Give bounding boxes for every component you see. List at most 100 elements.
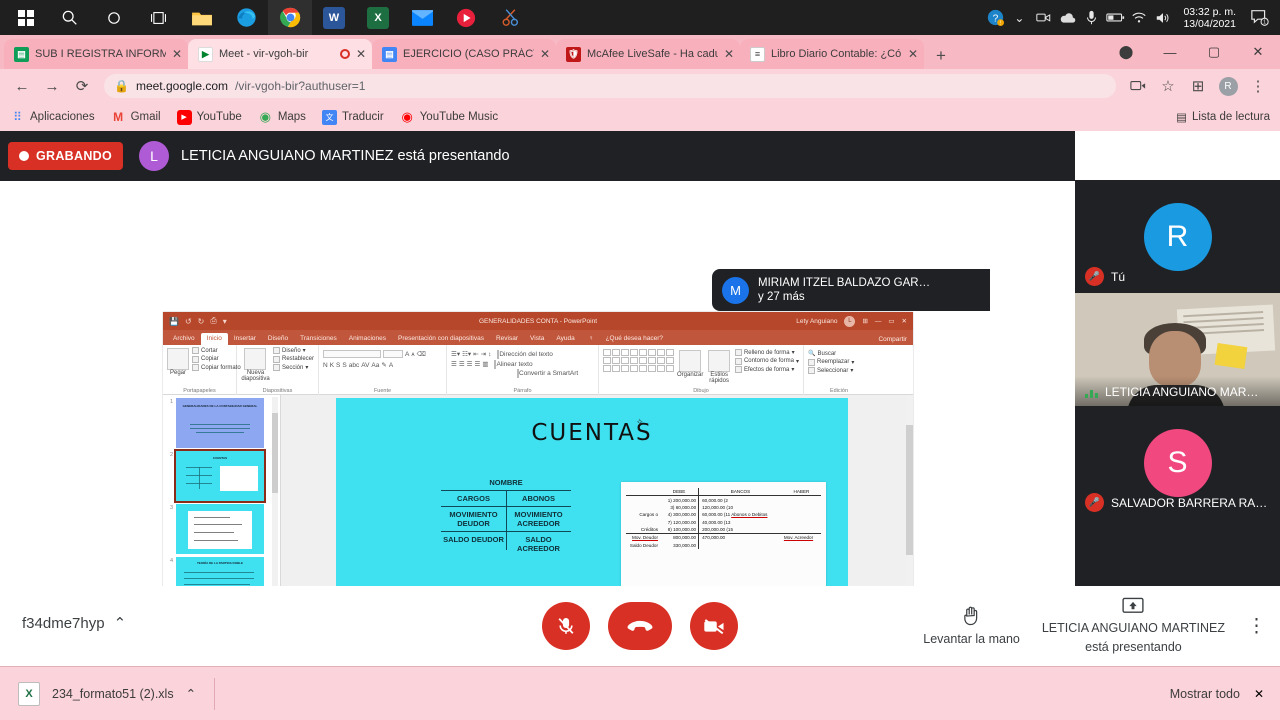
paste-button[interactable]: Pegar	[167, 347, 189, 376]
convert-smartart-button[interactable]: Convertir a SmartArt	[517, 369, 578, 378]
ppt-close-button[interactable]: ✕	[902, 317, 907, 325]
slide-title[interactable]: CUENTAS	[336, 420, 848, 446]
chevron-up-icon[interactable]: ⌄	[1007, 0, 1031, 35]
maximize-button[interactable]: ▢	[1192, 35, 1236, 69]
ribbon-tab-vista[interactable]: Vista	[524, 333, 550, 345]
quick-styles-button[interactable]: Estilos rápidos	[706, 349, 732, 384]
shadow-button[interactable]: S	[342, 362, 346, 369]
font-family-input[interactable]	[323, 350, 381, 358]
reading-list-button[interactable]: ▤ Lista de lectura	[1176, 110, 1270, 124]
tab-recording-icon[interactable]	[339, 49, 350, 59]
microphone-icon[interactable]	[1079, 0, 1103, 35]
slide-thumbnail-2[interactable]: 2 CUENTAS	[163, 448, 280, 503]
close-shelf-button[interactable]: ✕	[1254, 687, 1264, 701]
back-button[interactable]: ←	[8, 72, 36, 100]
more-options-button[interactable]: ⋮	[1247, 617, 1266, 636]
download-menu-chevron-icon[interactable]: ⌃	[186, 686, 196, 701]
select-button[interactable]: Seleccionar ▾	[808, 367, 870, 374]
character-spacing-button[interactable]: AV	[361, 362, 369, 369]
snipping-tool-button[interactable]	[488, 0, 532, 35]
tab-close-button[interactable]: ✕	[724, 47, 734, 61]
ribbon-tab-animaciones[interactable]: Animaciones	[343, 333, 392, 345]
align-center-icon[interactable]: ☰	[459, 360, 465, 368]
bookmark-star-icon[interactable]: ☆	[1154, 72, 1182, 100]
profile-avatar[interactable]: R	[1214, 72, 1242, 100]
italic-button[interactable]: K	[330, 362, 334, 369]
slide-thumbnail-1[interactable]: 1 GENERALIDADES DE LA CONTABILIDAD GENER…	[163, 395, 280, 448]
tab-close-button[interactable]: ✕	[540, 47, 550, 61]
numbering-icon[interactable]: ☷▾	[462, 350, 471, 358]
copy-button[interactable]: Copiar	[192, 355, 241, 363]
ribbon-tab-ayuda[interactable]: Ayuda	[550, 333, 580, 345]
minimize-button[interactable]: —	[1148, 35, 1192, 69]
ribbon-tab-presentacion[interactable]: Presentación con diapositivas	[392, 333, 490, 345]
strikethrough-button[interactable]: abc	[349, 362, 359, 369]
participant-tile-2[interactable]: S 🎤 SALVADOR BARRERA RA…	[1075, 406, 1280, 519]
align-right-icon[interactable]: ☰	[467, 360, 473, 368]
microsoft-excel-button[interactable]: X	[356, 0, 400, 35]
taskbar-clock[interactable]: 03:32 p. m. 13/04/2021	[1175, 0, 1244, 35]
tell-me-box[interactable]: ¿Qué desea hacer?	[600, 333, 669, 345]
undo-icon[interactable]: ↺	[185, 317, 192, 326]
ribbon-display-options-icon[interactable]: ⊞	[862, 317, 867, 325]
ribbon-tab-diseno[interactable]: Diseño	[262, 333, 294, 345]
increase-indent-icon[interactable]: ⇥	[481, 350, 486, 358]
bookmark-youtube-music[interactable]: ◉ YouTube Music	[400, 109, 499, 125]
volume-icon[interactable]	[1151, 0, 1175, 35]
arrange-button[interactable]: Organizar	[677, 349, 703, 378]
bookmark-aplicaciones[interactable]: ⠿ Aplicaciones	[10, 110, 94, 125]
address-bar[interactable]: 🔒 meet.google.com/vir-vgoh-bir?authuser=…	[104, 74, 1116, 98]
tab-close-button[interactable]: ✕	[356, 47, 366, 61]
bookmark-youtube[interactable]: ▶ YouTube	[176, 109, 242, 125]
increase-font-icon[interactable]: A	[405, 351, 409, 358]
camera-icon[interactable]	[1031, 0, 1055, 35]
file-explorer-button[interactable]	[180, 0, 224, 35]
tab-close-button[interactable]: ✕	[908, 47, 918, 61]
browser-tab-1[interactable]: ▶ Meet - vir-vgoh-bir ✕	[188, 39, 372, 69]
tab-close-button[interactable]: ✕	[172, 47, 182, 61]
download-item[interactable]: X 234_formato51 (2).xls ⌃	[0, 681, 196, 706]
start-presentation-icon[interactable]: ⎙	[210, 316, 216, 326]
format-painter-button[interactable]: Copiar formato	[192, 364, 241, 371]
section-button[interactable]: Sección ▾	[272, 364, 314, 371]
ribbon-tab-revisar[interactable]: Revisar	[490, 333, 524, 345]
chrome-menu-button[interactable]: ⋮	[1244, 72, 1272, 100]
browser-tab-2[interactable]: ▤ EJERCICIO (CASO PRÁCTICO) ✕	[372, 39, 556, 69]
line-spacing-icon[interactable]: ↕	[488, 351, 491, 358]
align-text-button[interactable]: Alinear texto	[494, 359, 533, 369]
scrollbar-thumb[interactable]	[272, 413, 278, 493]
font-size-input[interactable]	[383, 350, 403, 358]
ribbon-tab-archivo[interactable]: Archivo	[167, 333, 201, 345]
underline-button[interactable]: S	[336, 362, 340, 369]
task-view-button[interactable]	[136, 0, 180, 35]
share-button[interactable]: Compartir	[878, 336, 907, 343]
ribbon-tab-transiciones[interactable]: Transiciones	[294, 333, 343, 345]
shape-outline-button[interactable]: Contorno de forma ▾	[734, 357, 799, 365]
ribbon-tab-inicio[interactable]: Inicio	[200, 333, 228, 345]
shapes-gallery[interactable]	[603, 349, 674, 372]
microphone-toggle-button[interactable]	[542, 602, 590, 650]
google-chrome-button[interactable]	[268, 0, 312, 35]
clear-formatting-icon[interactable]: ⌫	[417, 350, 426, 358]
ppt-restore-button[interactable]: ▭	[888, 317, 894, 325]
present-now-button[interactable]: LETICIA ANGUIANO MARTINEZ está presentan…	[1042, 597, 1225, 655]
ribbon-tab-insertar[interactable]: Insertar	[228, 333, 262, 345]
powerpoint-account-avatar[interactable]: L	[844, 315, 856, 327]
customize-qat-icon[interactable]: ▾	[223, 317, 227, 326]
powerpoint-account-name[interactable]: Lety Anguiano	[796, 318, 837, 325]
replace-button[interactable]: Reemplazar ▾	[808, 358, 870, 366]
cut-button[interactable]: Cortar	[192, 347, 241, 354]
browser-tab-3[interactable]: 🛡 McAfee LiveSafe - Ha caducad ✕	[556, 39, 740, 69]
slide-thumbnail-3[interactable]: 3	[163, 501, 280, 554]
notification-center-button[interactable]: 1	[1244, 0, 1274, 35]
scrollbar-thumb[interactable]	[906, 425, 913, 555]
participant-tile-0[interactable]: R 🎤 Tú	[1075, 180, 1280, 293]
start-button[interactable]	[4, 0, 48, 35]
ledger-image[interactable]: DEBE BANCOS HABER 1) 200,000.00 60,000.0…	[621, 482, 826, 592]
profile-badge-icon[interactable]: ⬤	[1104, 35, 1148, 69]
extensions-icon[interactable]: ⊞	[1184, 72, 1212, 100]
align-left-icon[interactable]: ☰	[451, 360, 457, 368]
new-tab-button[interactable]: +	[928, 43, 954, 69]
close-window-button[interactable]: ✕	[1236, 35, 1280, 69]
browser-tab-0[interactable]: ▤ SUB I REGISTRA INFORMACIÓ ✕	[4, 39, 188, 69]
